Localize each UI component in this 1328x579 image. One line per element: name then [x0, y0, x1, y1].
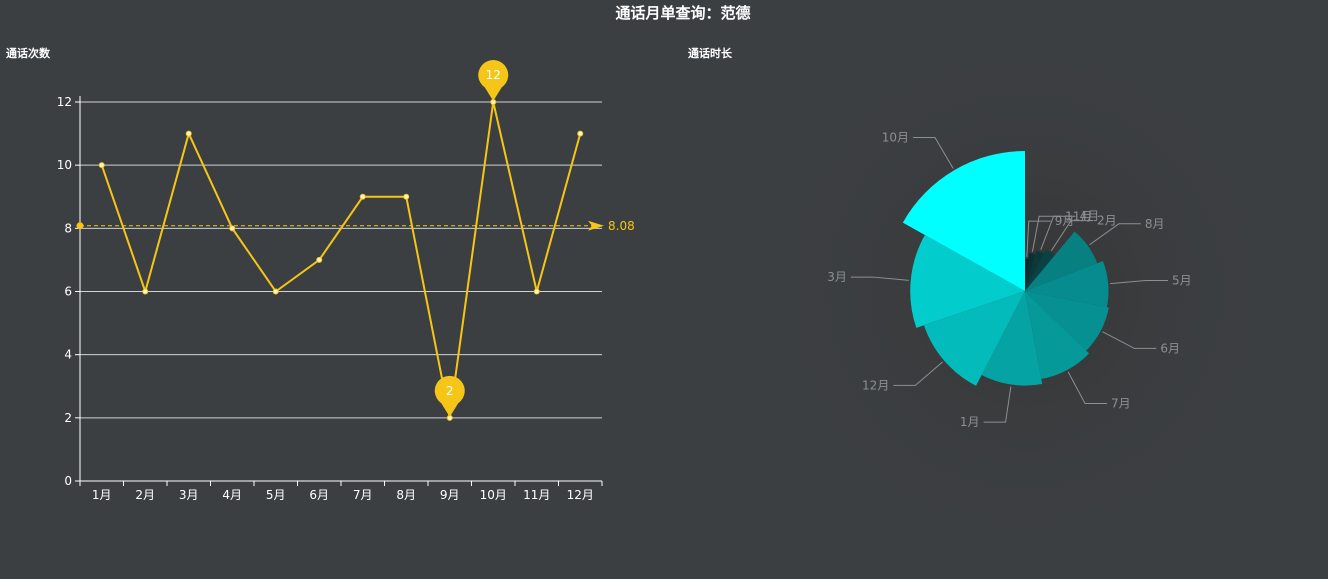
- rose-chart: 9月11月4月2月 8月5月6月7月1月12月3月10月: [775, 41, 1275, 541]
- average-line-start: [76, 222, 84, 230]
- x-tick-label: 11月: [523, 488, 550, 502]
- slice-label: 6月: [1160, 341, 1180, 355]
- y-tick-label: 6: [64, 285, 72, 299]
- charts-canvas: 0 2 4 6 8 10 12 1月 2月 3月 4月 5月 6月 7月 8月 9月 10月 11月 12月 8.08…: [57, 41, 1275, 541]
- mark-point-label: 12: [486, 68, 501, 82]
- x-tick-label: 12月: [567, 488, 594, 502]
- x-tick-label: 7月: [353, 488, 373, 502]
- slice-label: 10月: [882, 130, 909, 144]
- average-line-arrow: [588, 220, 604, 231]
- series-line: [100, 101, 582, 419]
- data-point: [316, 256, 323, 263]
- y-tick-label: 8: [64, 221, 72, 235]
- slice-label: 2月: [1097, 214, 1117, 228]
- slice-label: 3月: [827, 270, 847, 284]
- data-point: [403, 193, 410, 200]
- data-point: [577, 130, 584, 137]
- data-point: [185, 130, 192, 137]
- x-tick-label: 2月: [135, 488, 155, 502]
- mark-point-label: 2: [446, 384, 454, 398]
- x-tick-label: 4月: [222, 488, 242, 502]
- x-tick-label: 9月: [440, 488, 460, 502]
- data-point: [98, 162, 105, 169]
- data-point: [142, 288, 149, 295]
- y-tick-label: 10: [57, 158, 72, 172]
- x-tick-label: 6月: [309, 488, 329, 502]
- y-tick-label: 0: [64, 474, 72, 488]
- data-point: [359, 193, 366, 200]
- y-tick-label: 12: [57, 95, 72, 109]
- slice-label: 1月: [960, 415, 980, 429]
- data-point: [533, 288, 540, 295]
- x-tick-label: 5月: [266, 488, 286, 502]
- slice-label: 12月: [862, 378, 889, 392]
- slice-label: 8月: [1145, 217, 1165, 231]
- x-tick-label: 3月: [179, 488, 199, 502]
- slice-label: 5月: [1172, 273, 1192, 287]
- y-tick-label: 2: [64, 411, 72, 425]
- slice-label: 7月: [1111, 397, 1131, 411]
- x-tick-label: 10月: [480, 488, 507, 502]
- average-line-label: 8.08: [608, 219, 635, 233]
- y-tick-label: 4: [64, 348, 72, 362]
- x-tick-label: 8月: [396, 488, 416, 502]
- line-chart: 0 2 4 6 8 10 12 1月 2月 3月 4月 5月 6月 7月 8月 9月 10月 11月 12月 8.08…: [57, 60, 635, 502]
- x-tick-label: 1月: [92, 488, 112, 502]
- data-point: [272, 288, 279, 295]
- data-point: [229, 225, 236, 232]
